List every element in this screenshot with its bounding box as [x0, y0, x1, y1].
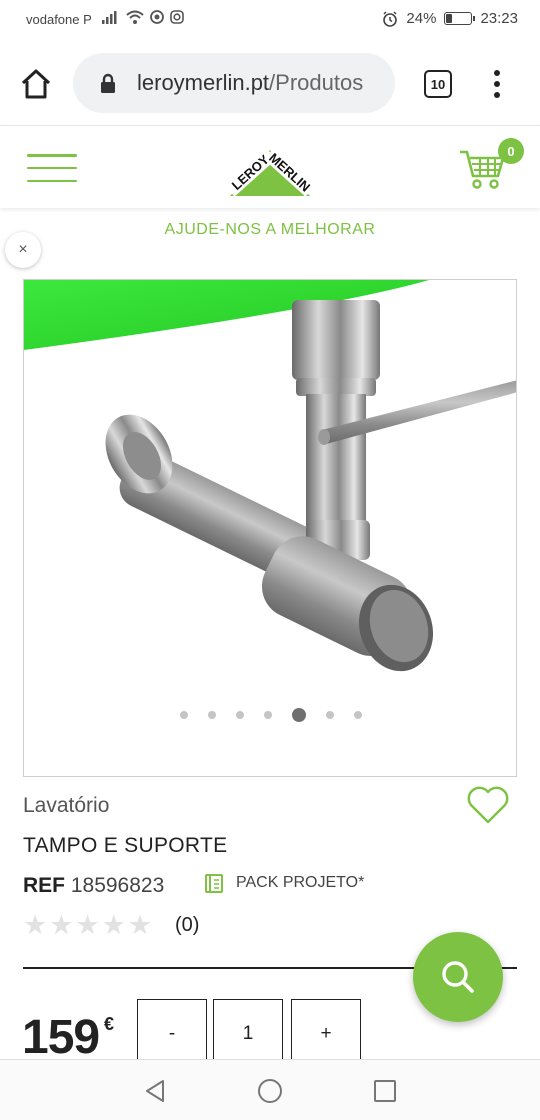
hamburger-menu-icon[interactable] — [27, 154, 77, 182]
star-icon: ★ — [127, 910, 153, 940]
rating-stars[interactable]: ★ ★ ★ ★ ★ — [23, 912, 152, 939]
star-icon: ★ — [49, 910, 74, 940]
price-currency: € — [104, 1014, 114, 1034]
heart-icon[interactable] — [465, 784, 511, 826]
carrier-name: vodafone P — [26, 12, 92, 27]
url-text: leroymerlin.pt/Produtos — [137, 70, 363, 96]
home-icon — [21, 69, 51, 99]
status-right: 24% 23:23 — [382, 10, 518, 27]
product-photo — [24, 280, 516, 672]
signal-icon — [102, 11, 117, 24]
recent-apps-icon[interactable] — [373, 1079, 397, 1103]
system-nav-bar — [0, 1059, 540, 1120]
carousel-pagination[interactable] — [24, 708, 516, 722]
carousel-dot[interactable] — [292, 708, 306, 722]
ref-label: REF — [23, 874, 65, 897]
carousel-dot[interactable] — [326, 711, 334, 719]
instagram-icon — [170, 10, 184, 24]
price-value: 159 — [22, 1011, 100, 1064]
star-icon: ★ — [101, 910, 126, 940]
battery-fill — [446, 14, 453, 23]
search-icon — [442, 961, 474, 993]
site-header: LEROY MERLIN — [0, 126, 540, 208]
pack-label: PACK PROJETO* — [236, 874, 365, 891]
status-bar: vodafone P 24% 23:23 — [0, 0, 540, 40]
help-banner[interactable]: AJUDE-NOS A MELHORAR — [0, 212, 540, 250]
url-path: /Produtos — [269, 70, 364, 95]
browser-menu-button[interactable] — [486, 68, 508, 100]
product-category[interactable]: Lavatório — [23, 794, 109, 818]
clock: 23:23 — [480, 10, 518, 27]
wifi-icon — [126, 10, 144, 24]
status-icons — [102, 10, 184, 24]
close-icon: × — [18, 241, 28, 258]
product-reference: REF 18596823 — [23, 874, 164, 898]
review-count[interactable]: (0) — [175, 914, 199, 937]
battery-icon — [444, 12, 476, 25]
carousel-dot[interactable] — [354, 711, 362, 719]
tab-switcher-button[interactable]: 10 — [424, 70, 452, 98]
chrome-icon — [150, 10, 164, 24]
address-bar[interactable]: leroymerlin.pt/Produtos — [73, 53, 395, 113]
back-icon[interactable] — [143, 1078, 167, 1104]
pack-projeto-badge[interactable]: PACK PROJETO* — [204, 872, 364, 894]
lock-icon — [101, 73, 115, 93]
home-circle-icon[interactable] — [257, 1078, 283, 1104]
carousel-dot[interactable] — [264, 711, 272, 719]
carousel-dot[interactable] — [180, 711, 188, 719]
carousel-dot[interactable] — [208, 711, 216, 719]
tab-count: 10 — [430, 76, 446, 92]
star-icon: ★ — [23, 910, 48, 940]
leroy-merlin-logo[interactable]: LEROY MERLIN — [220, 136, 320, 202]
product-title: TAMPO E SUPORTE — [23, 834, 228, 857]
star-icon: ★ — [75, 910, 100, 940]
help-banner-text[interactable]: AJUDE-NOS A MELHORAR — [165, 221, 376, 239]
cart-count-badge: 0 — [498, 138, 524, 164]
url-domain: leroymerlin.pt — [137, 70, 270, 95]
product-price: 159 € — [22, 1010, 114, 1065]
browser-toolbar: leroymerlin.pt/Produtos 10 — [0, 40, 540, 126]
pack-icon — [205, 874, 223, 893]
alarm-icon — [383, 10, 398, 27]
battery-percent: 24% — [406, 10, 437, 27]
ref-number: 18596823 — [70, 874, 165, 897]
product-image-carousel[interactable] — [23, 279, 517, 777]
search-fab-button[interactable] — [413, 932, 503, 1022]
carousel-dot[interactable] — [236, 711, 244, 719]
home-button[interactable] — [16, 64, 56, 104]
close-banner-button[interactable]: × — [5, 232, 41, 268]
